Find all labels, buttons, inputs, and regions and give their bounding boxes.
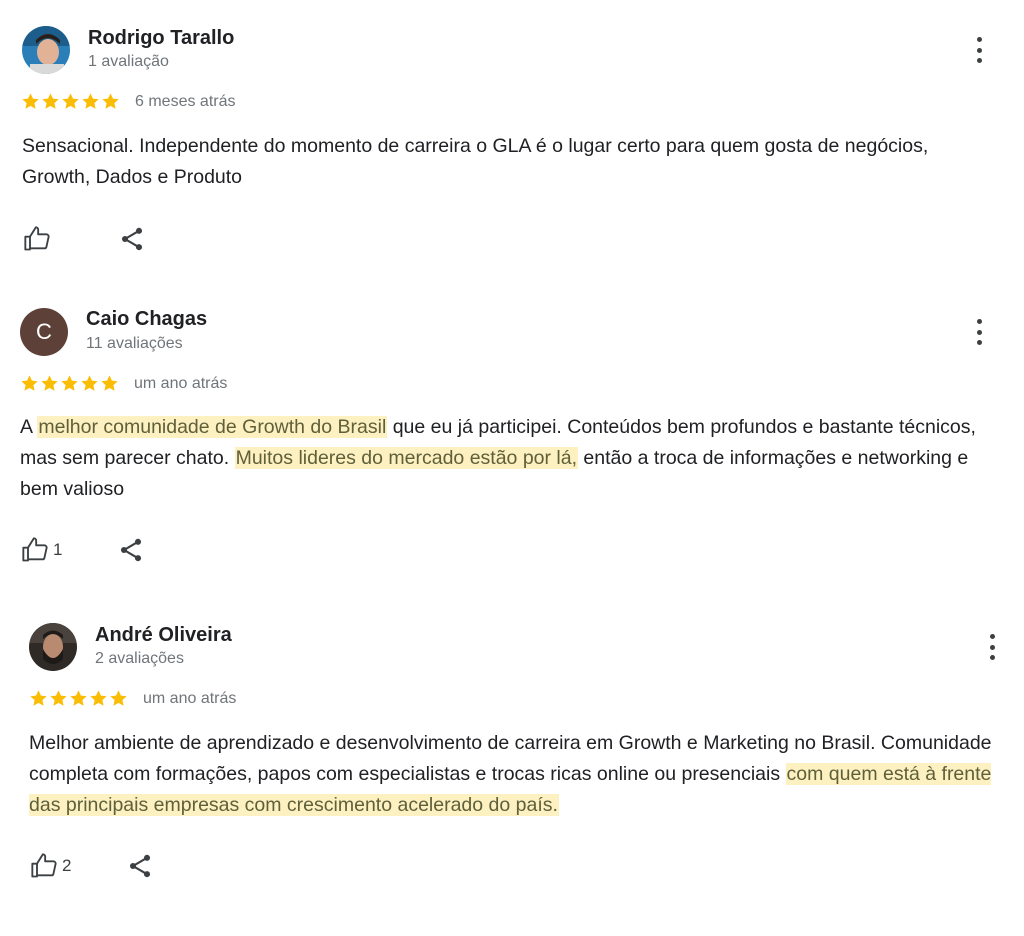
star-icon — [62, 93, 79, 109]
star-icon — [42, 93, 59, 109]
share-icon — [121, 227, 143, 251]
more-options-icon[interactable] — [974, 37, 984, 63]
more-options-icon[interactable] — [974, 319, 984, 345]
star-icon — [41, 375, 58, 391]
avatar[interactable] — [29, 623, 77, 671]
review-time: um ano atrás — [143, 690, 237, 707]
star-icon — [101, 375, 118, 391]
review-time: um ano atrás — [134, 375, 228, 392]
like-count: 2 — [62, 856, 72, 875]
star-rating — [20, 374, 119, 393]
text-segment: Sensacional. Independente do momento de … — [22, 135, 929, 188]
star-icon — [102, 93, 119, 109]
share-button[interactable] — [118, 225, 146, 258]
star-icon — [110, 690, 127, 706]
avatar-photo — [22, 26, 70, 74]
star-rating — [29, 689, 128, 708]
author-name[interactable]: Caio Chagas — [86, 308, 207, 331]
share-icon — [129, 854, 151, 878]
star-icon — [22, 93, 39, 109]
like-count: 1 — [53, 540, 63, 559]
like-button[interactable]: 2 — [30, 852, 71, 880]
star-icon — [61, 375, 78, 391]
like-button[interactable] — [23, 225, 55, 253]
star-icon — [82, 93, 99, 109]
review-text: A melhor comunidade de Growth do Brasil … — [20, 412, 1005, 505]
thumb-up-icon — [31, 853, 57, 878]
share-button[interactable] — [126, 852, 154, 885]
share-icon — [120, 538, 142, 562]
star-rating — [21, 92, 120, 111]
avatar[interactable]: C — [20, 308, 68, 356]
author-name[interactable]: Rodrigo Tarallo — [88, 27, 234, 50]
review-text: Melhor ambiente de aprendizado e desenvo… — [29, 728, 999, 821]
star-icon — [70, 690, 87, 706]
highlighted-text: melhor comunidade de Growth do Brasil — [37, 416, 388, 438]
thumb-up-icon — [24, 226, 50, 251]
star-icon — [90, 690, 107, 706]
author-name[interactable]: André Oliveira — [95, 624, 232, 647]
review-count: 2 avaliações — [95, 650, 184, 667]
review-text: Sensacional. Independente do momento de … — [22, 131, 942, 193]
highlighted-text: Muitos lideres do mercado estão por lá, — [234, 447, 579, 469]
star-icon — [21, 375, 38, 391]
like-button[interactable]: 1 — [21, 536, 62, 564]
share-button[interactable] — [117, 536, 145, 569]
avatar[interactable] — [22, 26, 70, 74]
avatar-photo — [29, 623, 77, 671]
avatar-letter: C — [36, 319, 52, 344]
text-segment: A — [20, 416, 38, 438]
star-icon — [30, 690, 47, 706]
more-options-icon[interactable] — [987, 634, 997, 660]
review-count: 11 avaliações — [86, 335, 183, 352]
review-count: 1 avaliação — [88, 53, 169, 70]
thumb-up-icon — [22, 537, 48, 562]
star-icon — [50, 690, 67, 706]
review-time: 6 meses atrás — [135, 93, 236, 110]
star-icon — [81, 375, 98, 391]
